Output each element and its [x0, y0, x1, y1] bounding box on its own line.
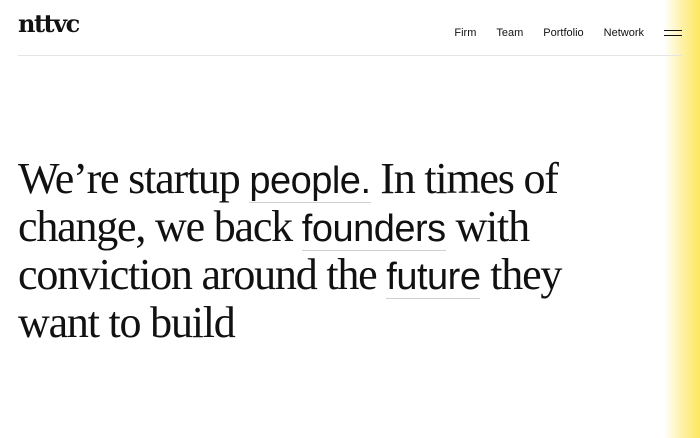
nav-item-firm[interactable]: Firm	[454, 26, 476, 40]
nav-item-team[interactable]: Team	[496, 26, 523, 40]
hero-highlight-future: future	[386, 256, 481, 299]
hero-highlight-founders: founders	[301, 208, 446, 251]
page: nttvc Firm Team Portfolio Network We’re …	[0, 0, 700, 438]
hero-text: We’re startup	[18, 154, 250, 203]
nav-item-portfolio[interactable]: Portfolio	[543, 26, 583, 40]
hero-headline: We’re startup people. In times of change…	[18, 156, 638, 345]
accent-gradient-strip	[664, 0, 700, 438]
hamburger-menu-icon[interactable]	[664, 29, 682, 37]
logo[interactable]: nttvc	[18, 12, 80, 36]
site-header: nttvc Firm Team Portfolio Network	[18, 0, 682, 56]
hero-highlight-people: people.	[249, 160, 371, 203]
nav-item-network[interactable]: Network	[604, 26, 644, 40]
main-nav: Firm Team Portfolio Network	[454, 26, 682, 40]
